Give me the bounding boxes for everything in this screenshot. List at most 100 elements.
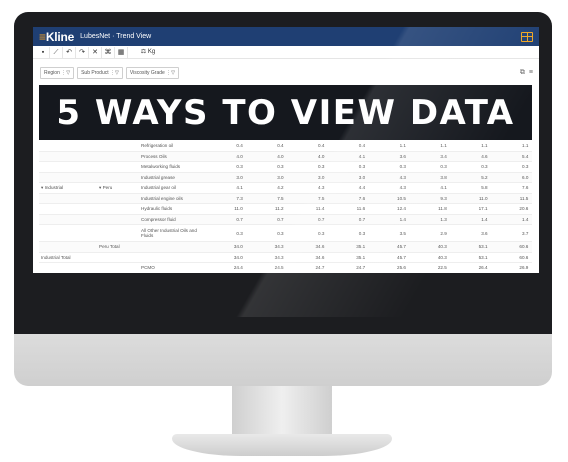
table-cell: 26.4 (478, 265, 488, 271)
data-table: Refrigeration oil 0.4 0.4 0.4 0.4 1.1 1.1 1.1 1.… (39, 141, 532, 284)
table-cell: 0.3 (358, 230, 366, 236)
table-cell: 17.1 (478, 206, 488, 212)
table-cell: 4.0 (236, 153, 243, 159)
table-cell: 0.3 (236, 230, 243, 236)
table-cell: 20.6 (519, 206, 529, 212)
row-product-cell: Compressor fluid (141, 216, 176, 222)
region-filter[interactable]: Region ⋮▽ (40, 67, 75, 79)
table-cell: 4.3 (318, 185, 325, 191)
save-icon[interactable]: ▪ (37, 46, 50, 58)
table-cell: 40.3 (437, 254, 447, 260)
table-cell: 3.0 (236, 174, 243, 180)
table-row: Industrial grease 3.0 3.0 3.0 3.0 4.3 3.8 5.2 6.… (39, 172, 532, 183)
table-cell: 4.0 (318, 153, 325, 159)
table-cell: 22.5 (437, 265, 447, 271)
table-cell: 35.1 (356, 244, 366, 250)
table-cell: 7.5 (277, 195, 284, 201)
table-cell: 3.6 (399, 153, 406, 159)
table-cell: 0.3 (318, 164, 325, 170)
monitor-stand-neck (232, 386, 332, 436)
table-row: Process Oils 4.0 4.0 4.0 4.1 3.6 3.4 4.6 5.4 (39, 151, 532, 162)
table-row: Metalworking fluids 0.3 0.3 0.3 0.3 0.3 0.3 0.3… (39, 162, 532, 173)
row-region-cell[interactable]: Industrial Total (39, 255, 97, 260)
monitor-chin (14, 334, 552, 386)
table-cell: 1.1 (521, 143, 529, 149)
table-cell: 7.6 (358, 195, 366, 201)
table-cell: 53.1 (478, 244, 488, 250)
units-button[interactable]: ⚖ Kg (128, 47, 168, 58)
table-cell: 9.3 (440, 195, 447, 201)
row-region-cell[interactable]: ▾ Industrial (39, 185, 97, 191)
table-cell: 0.3 (236, 164, 243, 170)
copy-icon[interactable]: ⧉ (520, 69, 525, 77)
row-product-cell: Industrial gear oil (141, 185, 176, 190)
app-header: ≡Kline LubesNet · Trend View (33, 27, 539, 46)
table-cell: 11.5 (519, 195, 529, 201)
row-product-cell: Refrigeration oil (141, 143, 174, 148)
table-cell: 4.3 (399, 185, 406, 191)
toolbar: ▪ ⟋ ↶ ↷ ✕ ⌘ ▦ ⚖ Kg (33, 46, 539, 59)
table-cell: 11.0 (478, 195, 488, 201)
undo-icon[interactable]: ↶ (63, 46, 76, 58)
table-cell: 53.1 (478, 254, 488, 260)
table-cell: 4.3 (399, 174, 406, 180)
kline-logo[interactable]: ≡Kline (39, 30, 74, 44)
table-cell: 0.3 (440, 164, 447, 170)
table-cell: 1.3 (440, 216, 447, 222)
table-cell: 1.1 (399, 143, 406, 149)
screen-lower-bezel (33, 273, 539, 317)
redo-icon[interactable]: ↷ (76, 46, 89, 58)
table-row: Industrial engine oils 7.3 7.5 7.5 7.6 10.5 9.… (39, 193, 532, 204)
table-row: Compressor fluid 0.7 0.7 0.7 0.7 1.4 1.3 1.4 1.4 (39, 214, 532, 225)
table-cell: 4.1 (440, 185, 447, 191)
table-cell: 0.3 (521, 164, 529, 170)
menu-icon[interactable]: ≡ (529, 69, 533, 77)
table-cell: 10.5 (397, 195, 406, 201)
table-cell: 0.3 (318, 230, 325, 236)
table-cell: 60.6 (519, 254, 529, 260)
row-country-cell[interactable]: Peru Total (97, 244, 139, 249)
calculator-icon[interactable]: ▦ (115, 46, 128, 58)
grid-layout-icon[interactable] (521, 31, 533, 42)
table-cell: 5.2 (481, 174, 488, 180)
app-title: LubesNet · Trend View (80, 33, 152, 40)
table-cell: 1.1 (481, 143, 488, 149)
table-cell: 4.1 (236, 185, 243, 191)
table-cell: 4.0 (277, 153, 284, 159)
table-cell: 0.3 (399, 164, 406, 170)
table-cell: 4.6 (481, 153, 488, 159)
table-cell: 24.7 (356, 265, 366, 271)
table-cell: 3.0 (277, 174, 284, 180)
table-row: Industrial Total 34.0 34.3 34.6 35.1 45.7 40.3… (39, 253, 532, 263)
table-cell: 5.8 (481, 185, 488, 191)
chart-icon[interactable]: ⟋ (50, 46, 63, 58)
table-cell: 4.1 (358, 153, 366, 159)
row-product-cell: Industrial grease (141, 174, 175, 180)
table-cell: 4.2 (277, 185, 284, 191)
table-row: PCMO 24.4 24.5 24.7 24.7 25.6 22.5 26.4 26.9 (39, 263, 532, 274)
table-cell: 3.7 (521, 230, 529, 236)
table-cell: 3.6 (481, 230, 488, 236)
table-cell: 1.4 (399, 216, 406, 222)
row-product-cell: PCMO (141, 265, 155, 270)
table-cell: 0.4 (277, 143, 284, 149)
table-cell: 2.9 (440, 230, 447, 236)
table-cell: 0.4 (358, 143, 366, 149)
table-cell: 7.6 (521, 185, 529, 191)
table-cell: 24.5 (274, 265, 284, 271)
row-product-cell: Process Oils (141, 153, 167, 159)
row-country-cell[interactable]: ▾ Peru (97, 185, 139, 191)
table-cell: 1.4 (481, 216, 488, 222)
expand-icon[interactable]: ✕ (89, 46, 102, 58)
table-cell: 34.0 (233, 244, 243, 250)
collapse-icon[interactable]: ⌘ (102, 46, 115, 58)
table-cell: 0.7 (318, 216, 325, 222)
row-product-cell: Metalworking fluids (141, 164, 181, 169)
sub-product-filter[interactable]: Sub Product ⋮▽ (77, 67, 123, 79)
table-row: All Other Industrial Oils and Fluids 0.3 0… (39, 225, 532, 242)
table-cell: 0.3 (277, 164, 284, 170)
table-cell: 1.1 (440, 143, 447, 149)
viscosity-grade-filter[interactable]: Viscosity Grade ⋮▽ (125, 67, 180, 79)
table-cell: 0.3 (358, 164, 366, 170)
table-cell: 3.5 (399, 230, 406, 236)
